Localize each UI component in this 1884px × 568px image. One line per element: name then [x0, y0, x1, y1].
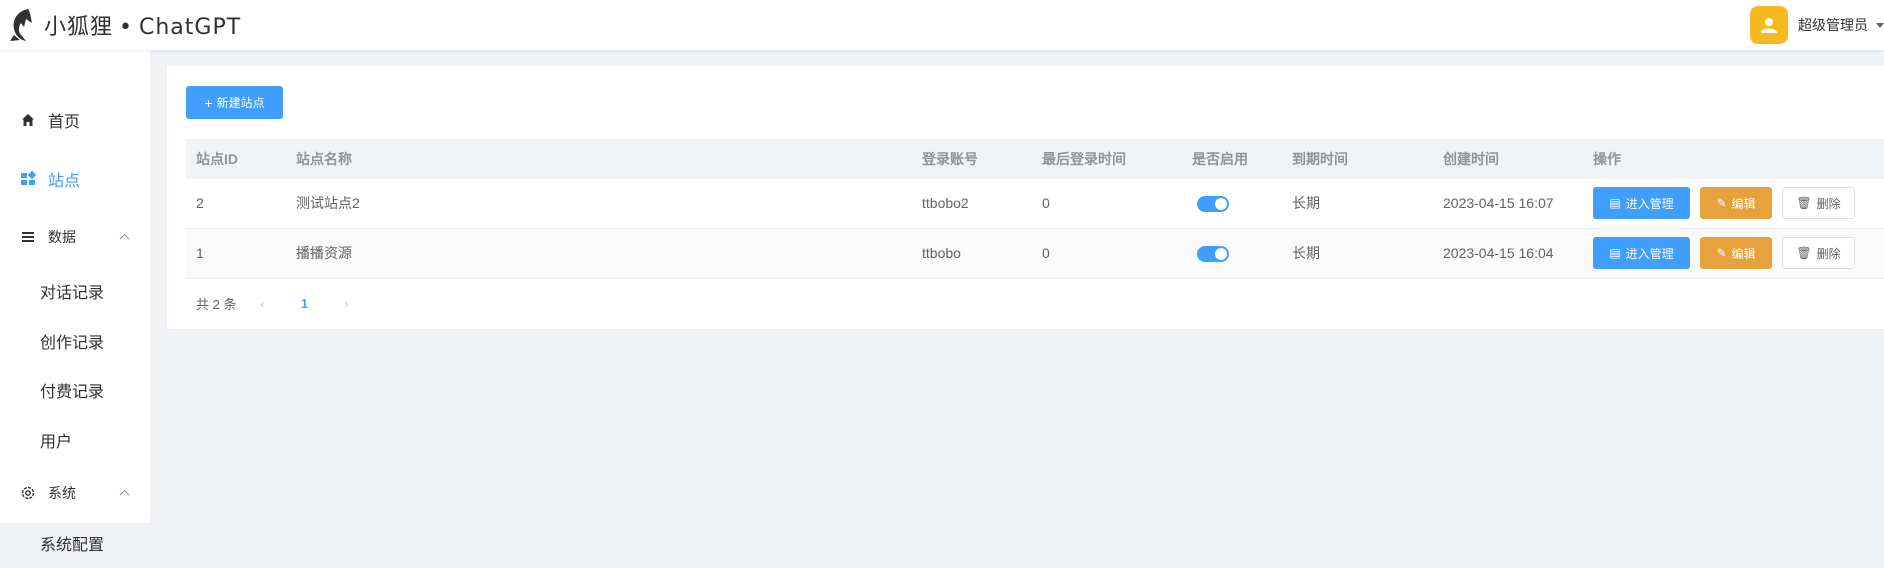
logo-separator: •: [119, 15, 133, 40]
sidebar-item-label: 付费记录: [40, 384, 105, 401]
menu-icon: [22, 232, 34, 242]
app-logo[interactable]: 小狐狸 • ChatGPT: [8, 6, 241, 44]
cell-id: 1: [196, 245, 204, 261]
enter-manage-button[interactable]: ▤ 进入管理: [1593, 187, 1690, 219]
sidebar-item-data[interactable]: 数据: [0, 212, 150, 262]
table-header: 站点ID 站点名称 登录账号 最后登录时间 是否启用 到期时间 创建时间 操作: [186, 139, 1884, 179]
column-header-last-login: 最后登录时间: [1042, 151, 1126, 167]
cell-last-login: 0: [1042, 245, 1050, 261]
avatar[interactable]: [1750, 6, 1788, 44]
cell-created: 2023-04-15 16:07: [1443, 195, 1554, 211]
new-site-button-label: 新建站点: [216, 96, 265, 110]
sidebar-item-sites[interactable]: 站点: [0, 154, 150, 204]
edit-icon: ✎: [1716, 196, 1727, 210]
cell-id: 2: [196, 195, 204, 211]
cell-last-login: 0: [1042, 195, 1050, 211]
sidebar-item-label: 首页: [48, 114, 81, 131]
column-header-created: 创建时间: [1443, 151, 1499, 167]
sidebar-item-label: 用户: [40, 434, 73, 451]
table-row: 1 播播资源 ttbobo 0 长期 2023-04-15 16:04 ▤ 进入管…: [186, 229, 1884, 279]
new-site-button[interactable]: + 新建站点: [186, 86, 283, 119]
page-number[interactable]: 1: [288, 296, 320, 311]
sidebar-item-system[interactable]: 系统: [0, 468, 150, 518]
cell-name: 测试站点2: [296, 195, 360, 211]
sidebar: 首页 站点 数据 对话记录 创作记录 付费记录 用户 系统 系统配置: [0, 50, 150, 554]
delete-label: 删除: [1816, 246, 1841, 261]
sidebar-item-chat-records[interactable]: 对话记录: [0, 266, 150, 316]
sidebar-item-system-config[interactable]: 系统配置: [0, 518, 150, 568]
edit-button[interactable]: ✎ 编辑: [1700, 187, 1772, 219]
gear-icon: [21, 486, 35, 500]
pagination-total: 共 2 条: [196, 296, 237, 312]
column-header-id: 站点ID: [196, 151, 238, 167]
sidebar-item-payment-records[interactable]: 付费记录: [0, 365, 150, 415]
column-header-account: 登录账号: [922, 151, 978, 167]
chevron-left-icon[interactable]: ‹: [250, 296, 274, 311]
sidebar-item-label: 站点: [48, 173, 81, 190]
trash-icon: 🗑: [1796, 196, 1812, 210]
delete-button[interactable]: 🗑 删除: [1782, 187, 1855, 219]
edit-icon: ✎: [1716, 246, 1727, 260]
cell-account: ttbobo2: [922, 195, 969, 211]
column-header-actions: 操作: [1593, 151, 1621, 167]
pagination: 共 2 条 ‹ 1 ›: [196, 291, 358, 315]
sidebar-item-label: 系统: [48, 485, 76, 501]
chevron-up-icon: [119, 489, 130, 500]
edit-label: 编辑: [1731, 196, 1756, 211]
edit-label: 编辑: [1731, 246, 1756, 261]
top-header: 小狐狸 • ChatGPT 超级管理员: [0, 0, 1884, 50]
sidebar-item-label: 数据: [48, 229, 76, 245]
enabled-toggle[interactable]: [1197, 196, 1229, 212]
sidebar-item-users[interactable]: 用户: [0, 415, 150, 465]
column-header-enabled: 是否启用: [1192, 151, 1248, 167]
sidebar-item-label: 对话记录: [40, 285, 105, 302]
sidebar-item-label: 系统配置: [40, 537, 105, 554]
toggle-knob: [1215, 248, 1227, 260]
enter-manage-label: 进入管理: [1625, 246, 1674, 261]
column-header-expire: 到期时间: [1292, 151, 1348, 167]
cell-created: 2023-04-15 16:04: [1443, 245, 1554, 261]
enter-manage-button[interactable]: ▤ 进入管理: [1593, 237, 1690, 269]
user-name[interactable]: 超级管理员: [1798, 15, 1868, 35]
document-icon: ▤: [1609, 246, 1621, 260]
cell-expire: 长期: [1292, 195, 1320, 211]
cell-expire: 长期: [1292, 245, 1320, 261]
enabled-toggle[interactable]: [1197, 246, 1229, 262]
sidebar-item-creation-records[interactable]: 创作记录: [0, 316, 150, 366]
grid-icon: [21, 171, 36, 185]
logo-text-cn: 小狐狸: [44, 15, 114, 40]
user-icon: [1761, 18, 1777, 33]
home-icon: [22, 114, 34, 126]
delete-button[interactable]: 🗑 删除: [1782, 237, 1855, 269]
chevron-right-icon[interactable]: ›: [334, 296, 358, 311]
cell-account: ttbobo: [922, 245, 961, 261]
delete-label: 删除: [1816, 196, 1841, 211]
plus-icon: +: [204, 94, 213, 111]
enter-manage-label: 进入管理: [1625, 196, 1674, 211]
sidebar-item-label: 创作记录: [40, 335, 105, 352]
caret-down-icon[interactable]: [1876, 22, 1884, 28]
user-menu[interactable]: 超级管理员: [1750, 6, 1884, 44]
edit-button[interactable]: ✎ 编辑: [1700, 237, 1772, 269]
column-header-name: 站点名称: [296, 151, 352, 167]
toggle-knob: [1215, 198, 1227, 210]
trash-icon: 🗑: [1796, 246, 1812, 260]
logo-title: 小狐狸 • ChatGPT: [44, 9, 241, 41]
chevron-up-icon: [119, 233, 130, 244]
logo-text-en: ChatGPT: [139, 15, 242, 40]
table-row: 2 测试站点2 ttbobo2 0 长期 2023-04-15 16:07 ▤ 进…: [186, 179, 1884, 229]
fox-logo-icon: [10, 9, 32, 41]
sidebar-item-home[interactable]: 首页: [0, 95, 150, 145]
cell-name: 播播资源: [296, 245, 352, 261]
document-icon: ▤: [1609, 196, 1621, 210]
